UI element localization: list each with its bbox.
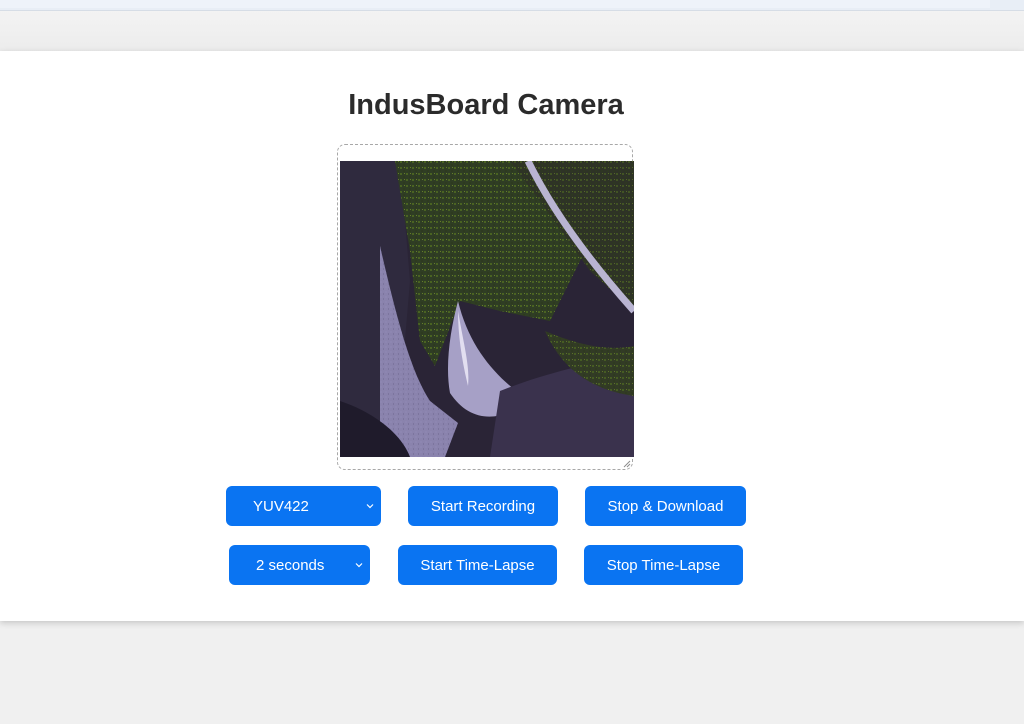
- browser-top-strip: [0, 0, 1024, 11]
- stop-timelapse-button[interactable]: Stop Time-Lapse: [584, 545, 743, 585]
- page-title: IndusBoard Camera: [348, 89, 624, 121]
- page-top-margin: [0, 11, 1024, 51]
- interval-select-value: 2 seconds: [256, 556, 325, 574]
- start-timelapse-button[interactable]: Start Time-Lapse: [398, 545, 557, 585]
- interval-select[interactable]: 2 seconds: [229, 545, 370, 585]
- chevron-down-icon: [366, 504, 374, 509]
- camera-stream-image: [340, 161, 634, 457]
- resize-grip-icon[interactable]: [622, 459, 631, 468]
- format-select-value: YUV422: [253, 497, 309, 515]
- browser-strip-highlight: [0, 0, 990, 8]
- start-recording-button[interactable]: Start Recording: [408, 486, 558, 526]
- chevron-down-icon: [355, 563, 363, 568]
- format-select[interactable]: YUV422: [226, 486, 381, 526]
- camera-preview-frame: [337, 144, 634, 470]
- stop-download-button[interactable]: Stop & Download: [585, 486, 746, 526]
